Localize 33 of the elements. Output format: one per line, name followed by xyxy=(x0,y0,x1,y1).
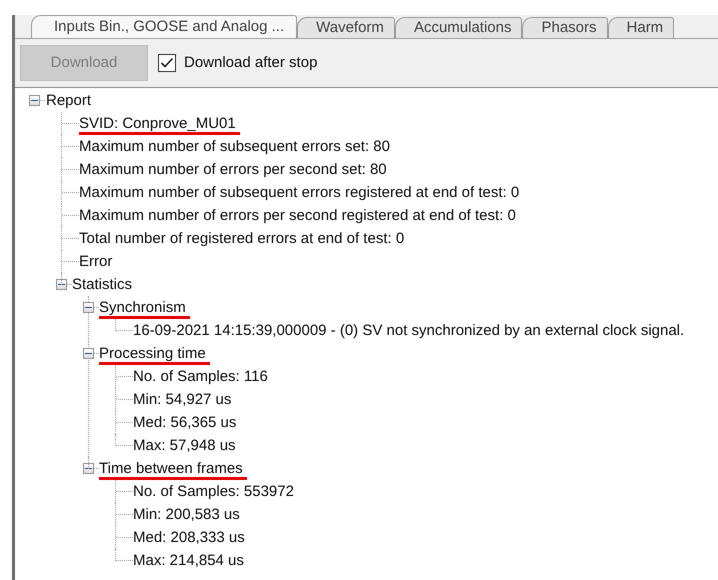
collapse-icon[interactable] xyxy=(83,348,94,359)
tree-item[interactable]: Maximum number of errors per second set: 80 xyxy=(79,161,387,178)
collapse-icon[interactable] xyxy=(56,279,67,290)
tree-item[interactable]: No. of Samples: 553972 xyxy=(133,483,294,500)
tree-item[interactable]: Synchronism xyxy=(99,299,190,319)
tree-item[interactable]: Report xyxy=(46,92,92,109)
tree-item[interactable]: Max: 214,854 us xyxy=(133,552,244,569)
tree-item[interactable]: Min: 200,583 us xyxy=(133,506,240,523)
tree-item[interactable]: Maximum number of errors per second registered at end of test: 0 xyxy=(79,207,516,224)
tree-item[interactable]: Maximum number of subsequent errors registered at end of test: 0 xyxy=(79,184,520,201)
tree-item[interactable]: Processing time xyxy=(99,345,210,365)
download-after-stop-checkbox[interactable]: Download after stop xyxy=(158,52,318,74)
tree-item[interactable]: Time between frames xyxy=(99,460,247,480)
tree-item[interactable]: No. of Samples: 116 xyxy=(133,368,268,385)
tab[interactable]: Accumulations xyxy=(394,17,522,38)
collapse-icon[interactable] xyxy=(29,95,40,106)
tab[interactable]: Inputs Bin., GOOSE and Analog ... xyxy=(31,15,298,38)
tree-item[interactable]: Med: 208,333 us xyxy=(133,529,245,546)
checkbox[interactable] xyxy=(158,54,176,72)
tree-item[interactable]: 16-09-2021 14:15:39,000009 - (0) SV not synchronized by an external clock signal. xyxy=(133,322,684,339)
tree-item[interactable]: Med: 56,365 us xyxy=(133,414,236,431)
tab[interactable]: Phasors xyxy=(522,17,608,38)
tree-item[interactable]: Min: 54,927 us xyxy=(133,391,232,408)
collapse-icon[interactable] xyxy=(83,302,94,313)
tab[interactable]: Waveform xyxy=(297,17,395,38)
tree-item[interactable]: SVID: Conprove_MU01 xyxy=(79,115,240,135)
tree-item[interactable]: Max: 57,948 us xyxy=(133,437,236,454)
tab[interactable]: Harm xyxy=(608,17,674,38)
collapse-icon[interactable] xyxy=(83,463,94,474)
tree-item[interactable]: Error xyxy=(79,253,112,270)
tree-item[interactable]: Statistics xyxy=(72,276,132,293)
tree-item[interactable]: Maximum number of subsequent errors set: 80 xyxy=(79,138,390,155)
tree-item[interactable]: Total number of registered errors at end of test: 0 xyxy=(79,230,404,247)
